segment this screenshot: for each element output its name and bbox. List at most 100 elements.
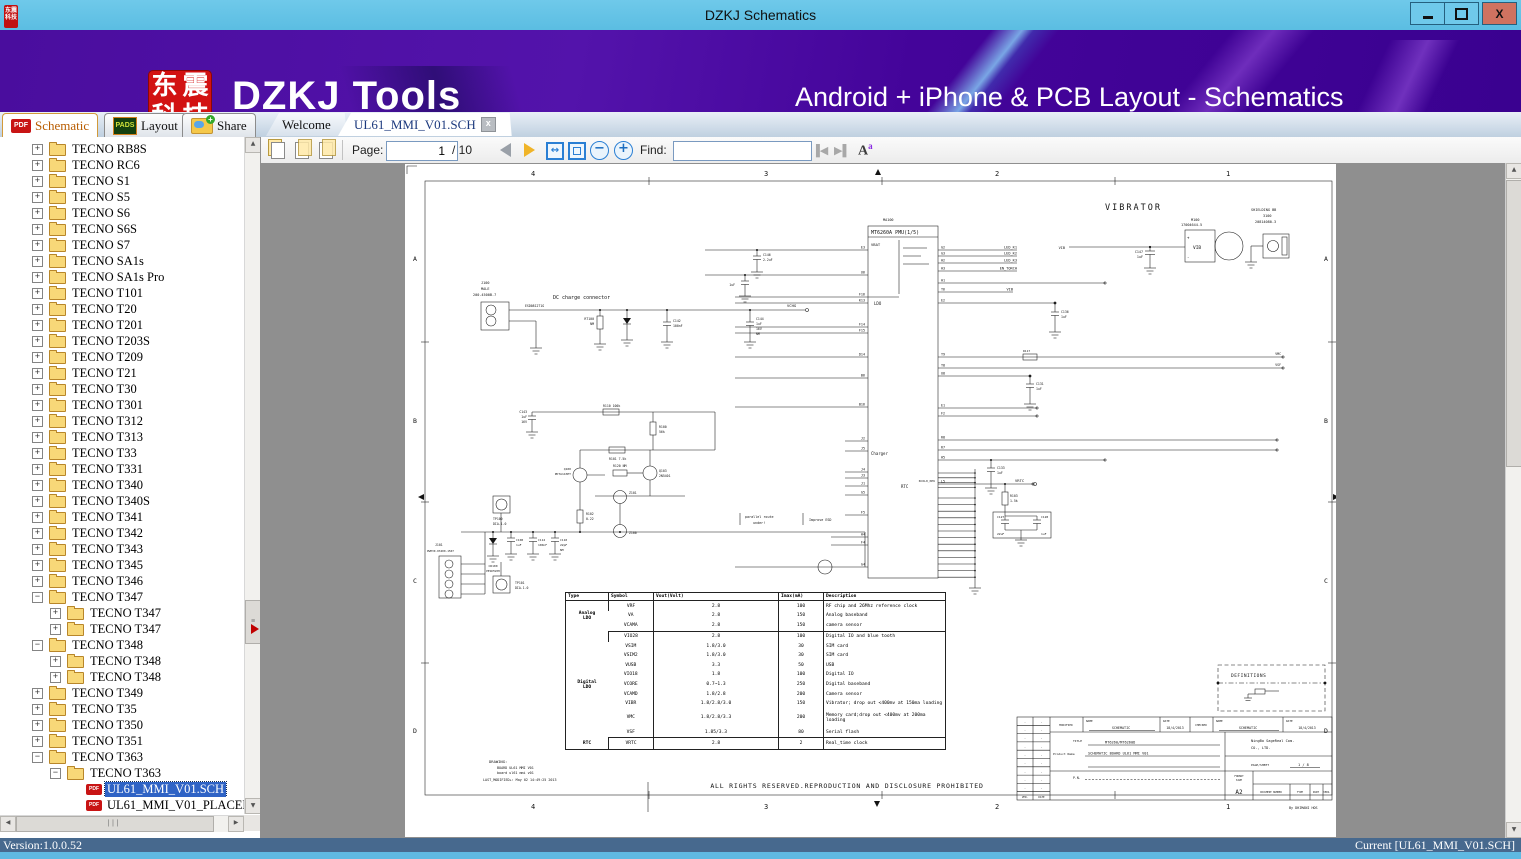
find-next-icon[interactable]: ▶▌ bbox=[834, 144, 850, 157]
tree-item-label[interactable]: TECNO T348 bbox=[88, 654, 163, 669]
tree-item[interactable]: + TECNO T203S bbox=[0, 333, 244, 349]
expand-box-icon[interactable]: + bbox=[32, 448, 43, 459]
tree-item-label[interactable]: TECNO T351 bbox=[70, 734, 145, 749]
expand-box-icon[interactable]: + bbox=[32, 224, 43, 235]
tree-item[interactable]: + TECNO RB8S bbox=[0, 141, 244, 157]
tree-item-label[interactable]: TECNO S5 bbox=[70, 190, 132, 205]
tree-item-label[interactable]: TECNO RB8S bbox=[70, 142, 149, 157]
tree-item-label[interactable]: TECNO T313 bbox=[70, 430, 145, 445]
tree-item-label[interactable]: TECNO T363 bbox=[70, 750, 145, 765]
tree-item[interactable]: + TECNO T21 bbox=[0, 365, 244, 381]
tree-item[interactable]: + TECNO T348 bbox=[0, 653, 244, 669]
tree-item-label[interactable]: TECNO T348 bbox=[88, 670, 163, 685]
tree-item-label[interactable]: TECNO T341 bbox=[70, 510, 145, 525]
tab-share[interactable]: + Share bbox=[182, 113, 256, 137]
tree-item[interactable]: +TECNO T347 bbox=[0, 605, 244, 621]
minimize-button[interactable] bbox=[1410, 2, 1445, 25]
tree-item-label[interactable]: TECNO T35 bbox=[70, 702, 139, 717]
find-input[interactable] bbox=[673, 141, 812, 161]
tree-item-label[interactable]: TECNO T350 bbox=[70, 718, 145, 733]
tree-item[interactable]: +TECNO S7 bbox=[0, 237, 244, 253]
tree-item[interactable]: + TECNO T33 bbox=[0, 445, 244, 461]
tree-item-label[interactable]: TECNO RC6 bbox=[70, 158, 142, 173]
tree-item[interactable]: −TECNO T348 bbox=[0, 637, 244, 653]
expand-box-icon[interactable]: + bbox=[32, 208, 43, 219]
tree-item[interactable]: +TECNO T331 bbox=[0, 461, 244, 477]
tree-item-label[interactable]: TECNO S1 bbox=[70, 174, 132, 189]
collapse-box-icon[interactable]: − bbox=[32, 752, 43, 763]
expand-box-icon[interactable]: + bbox=[32, 480, 43, 491]
tree-item[interactable]: +TECNO T209 bbox=[0, 349, 244, 365]
tree-item-label[interactable]: TECNO T340S bbox=[70, 494, 152, 509]
rotate-left-icon[interactable] bbox=[292, 141, 311, 159]
expand-box-icon[interactable]: + bbox=[32, 304, 43, 315]
expand-box-icon[interactable]: + bbox=[32, 464, 43, 475]
expand-box-icon[interactable]: + bbox=[32, 736, 43, 747]
tree-item-label[interactable]: TECNO T101 bbox=[70, 286, 145, 301]
tree-item-label[interactable]: TECNO T33 bbox=[70, 446, 139, 461]
tree-item-label[interactable]: TECNO T30 bbox=[70, 382, 139, 397]
tree-item[interactable]: + TECNO T201 bbox=[0, 317, 244, 333]
find-previous-icon[interactable]: ▐◀ bbox=[812, 144, 828, 157]
next-page-button[interactable] bbox=[524, 143, 535, 157]
tree-item[interactable]: PDFUL61_MMI_V01_PLACEMENT bbox=[0, 797, 244, 813]
page-number-input[interactable] bbox=[386, 141, 458, 161]
tree-item[interactable]: + TECNO T35 bbox=[0, 701, 244, 717]
tree-item[interactable]: +TECNO T301 bbox=[0, 397, 244, 413]
tree-item[interactable]: +TECNO T349 bbox=[0, 685, 244, 701]
tree-item[interactable]: + TECNO T351 bbox=[0, 733, 244, 749]
expand-box-icon[interactable]: + bbox=[32, 704, 43, 715]
collapse-box-icon[interactable]: − bbox=[32, 640, 43, 651]
tree-item-label[interactable]: TECNO T363 bbox=[88, 766, 163, 781]
expand-box-icon[interactable]: + bbox=[32, 320, 43, 331]
doc-tab-close-icon[interactable]: x bbox=[481, 117, 496, 132]
fit-page-button[interactable] bbox=[568, 142, 586, 160]
tree-item[interactable]: +TECNO S1 bbox=[0, 173, 244, 189]
tree-item-label[interactable]: TECNO T301 bbox=[70, 398, 145, 413]
doc-tab-active-file[interactable]: UL61_MMI_V01.SCH x bbox=[338, 113, 512, 136]
zoom-out-button[interactable]: − bbox=[590, 141, 609, 160]
scrollbar-thumb[interactable] bbox=[1506, 180, 1521, 467]
expand-box-icon[interactable]: + bbox=[32, 192, 43, 203]
tree-item[interactable]: +TECNO T341 bbox=[0, 509, 244, 525]
tab-layout[interactable]: PADS Layout bbox=[104, 113, 187, 137]
tree-item-label[interactable]: UL61_MMI_V01_PLACEMENT bbox=[105, 798, 244, 813]
expand-box-icon[interactable]: + bbox=[32, 256, 43, 267]
expand-box-icon[interactable]: + bbox=[32, 272, 43, 283]
expand-box-icon[interactable]: + bbox=[32, 288, 43, 299]
schematic-viewer-canvas[interactable]: 4 3 2 1 4 3 2 1 A B C D A B C D VIBRATOR… bbox=[260, 163, 1521, 838]
expand-box-icon[interactable]: + bbox=[32, 688, 43, 699]
tree-item-label[interactable]: TECNO T203S bbox=[70, 334, 152, 349]
tree-item-label[interactable]: TECNO T345 bbox=[70, 558, 145, 573]
tree-item-label[interactable]: TECNO T20 bbox=[70, 302, 139, 317]
expand-box-icon[interactable]: + bbox=[50, 656, 61, 667]
expand-box-icon[interactable]: + bbox=[32, 144, 43, 155]
tree-item-label[interactable]: TECNO T21 bbox=[70, 366, 139, 381]
scroll-down-icon[interactable]: ▼ bbox=[245, 798, 261, 814]
tree-item-label[interactable]: TECNO S6 bbox=[70, 206, 132, 221]
tree-item[interactable]: +TECNO RC6 bbox=[0, 157, 244, 173]
expand-box-icon[interactable]: + bbox=[32, 384, 43, 395]
tree-item[interactable]: +TECNO T313 bbox=[0, 429, 244, 445]
expand-box-icon[interactable]: + bbox=[32, 544, 43, 555]
scroll-up-icon[interactable]: ▲ bbox=[1506, 163, 1521, 179]
scrollbar-thumb[interactable]: ≡ bbox=[245, 600, 261, 644]
expand-box-icon[interactable]: + bbox=[32, 336, 43, 347]
expand-box-icon[interactable]: + bbox=[32, 368, 43, 379]
tree-item-label[interactable]: TECNO T209 bbox=[70, 350, 145, 365]
tree-item[interactable]: + TECNO T101 bbox=[0, 285, 244, 301]
tree-item[interactable]: +TECNO S6S bbox=[0, 221, 244, 237]
tree-item-label[interactable]: TECNO T340 bbox=[70, 478, 145, 493]
scroll-left-icon[interactable]: ◀ bbox=[0, 816, 16, 832]
expand-box-icon[interactable]: + bbox=[32, 576, 43, 587]
tree-item[interactable]: +TECNO T348 bbox=[0, 669, 244, 685]
tree-item[interactable]: −TECNO T347 bbox=[0, 589, 244, 605]
splitter-arrow-icon[interactable] bbox=[251, 624, 259, 634]
collapse-box-icon[interactable]: − bbox=[32, 592, 43, 603]
expand-box-icon[interactable]: + bbox=[32, 496, 43, 507]
tree-item-label[interactable]: TECNO T201 bbox=[70, 318, 145, 333]
tree-item[interactable]: +TECNO T345 bbox=[0, 557, 244, 573]
scroll-right-icon[interactable]: ▶ bbox=[228, 816, 244, 832]
scroll-down-icon[interactable]: ▼ bbox=[1506, 822, 1521, 838]
fit-width-button[interactable]: ↔ bbox=[546, 142, 564, 160]
